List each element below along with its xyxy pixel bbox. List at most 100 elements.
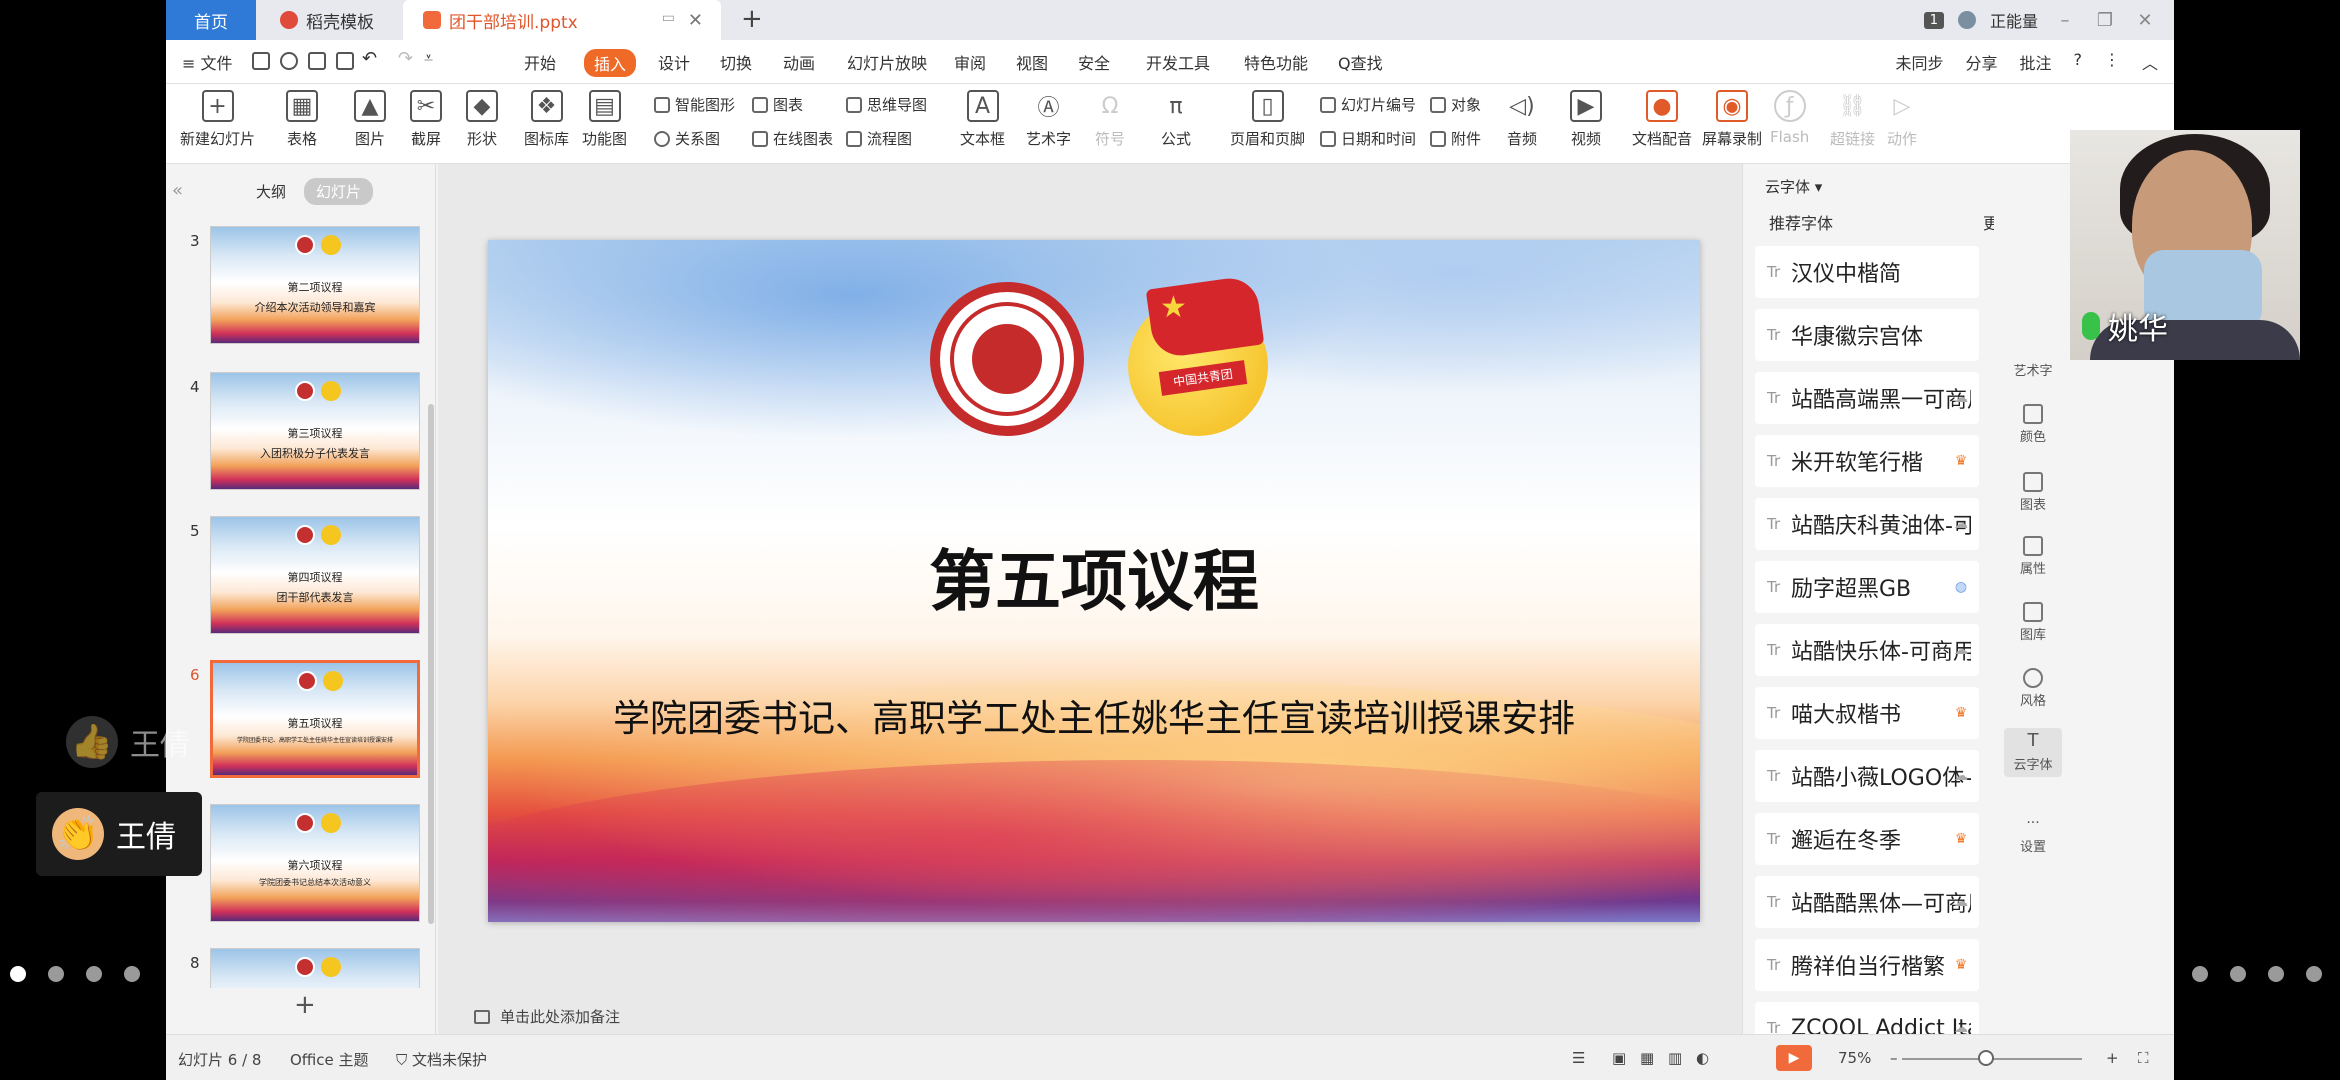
crown-icon[interactable]: ♛ <box>1953 453 1969 469</box>
slide-thumbnail-3[interactable]: 3 第二项议程 介绍本次活动领导和嘉宾 <box>166 226 436 354</box>
tab-close-icon[interactable]: ✕ <box>688 10 703 31</box>
youth-league-emblem-logo[interactable]: ★ 中国共青团 <box>1124 274 1280 436</box>
file-menu[interactable]: ≡ 文件 <box>182 50 233 74</box>
mindmap-button[interactable]: 思维导图 <box>846 94 927 115</box>
menu-developer[interactable]: 开发工具 <box>1146 50 1210 74</box>
function-chart-button[interactable]: ▤ 功能图 <box>582 90 627 149</box>
tool-wordart[interactable]: 艺术字 <box>2004 360 2062 379</box>
crown-icon[interactable]: ♛ <box>1953 705 1969 721</box>
crown-icon[interactable]: ♛ <box>1953 831 1969 847</box>
new-slide-button[interactable]: + 新建幻灯片 <box>180 90 255 149</box>
menu-animation[interactable]: 动画 <box>783 50 815 74</box>
customize-qa-icon[interactable]: ⩡ <box>424 48 433 68</box>
avatar[interactable] <box>1957 11 1976 29</box>
print-preview-icon[interactable] <box>336 52 354 70</box>
screen-record-button[interactable]: ◉ 屏幕录制 <box>1702 90 1762 149</box>
slide-thumbnail-7[interactable]: 7 第六项议程学院团委书记总结本次活动意义 <box>166 804 436 932</box>
font-item[interactable]: Tr 腾祥伯当行楷繁 ♛ <box>1755 939 1979 991</box>
font-item[interactable]: Tr 励字超黑GB ◍ <box>1755 561 1979 613</box>
maximize-icon[interactable]: ❐ <box>2092 10 2118 31</box>
picture-button[interactable]: ▲ 图片 <box>354 90 386 149</box>
thumbnail-image[interactable]: 第三项议程 入团积极分子代表发言 <box>210 372 420 490</box>
share-button[interactable]: 分享 <box>1965 50 1997 74</box>
menu-start[interactable]: 开始 <box>524 50 556 74</box>
flash-button[interactable]: ƒ Flash <box>1770 90 1809 146</box>
thumbnail-image[interactable]: 第二项议程 介绍本次活动领导和嘉宾 <box>210 226 420 344</box>
tool-settings[interactable]: ··· 设置 <box>2004 814 2062 855</box>
slide-thumbnail-6[interactable]: 6 第五项议程 学院团委书记、高职学工处主任姚华主任宣读培训授课安排 <box>166 660 436 788</box>
thumbnail-scrollbar[interactable] <box>428 404 434 924</box>
attachment-button[interactable]: 附件 <box>1430 128 1481 149</box>
normal-view-icon[interactable]: ▣ <box>1612 1049 1626 1067</box>
theme-name[interactable]: Office 主题 <box>290 1049 369 1070</box>
menu-design[interactable]: 设计 <box>658 50 690 74</box>
reading-view-icon[interactable]: ▥ <box>1668 1049 1682 1067</box>
font-item[interactable]: Tr 站酷小薇LOGO体-可商用☁ <box>1755 750 1979 802</box>
video-button[interactable]: ▶ 视频 <box>1570 90 1602 149</box>
page-dot[interactable] <box>10 966 26 982</box>
menu-features[interactable]: 特色功能 <box>1244 50 1308 74</box>
textbox-button[interactable]: A 文本框 <box>960 90 1005 149</box>
cloud-icon[interactable]: ☁ <box>1953 516 1969 532</box>
menu-transition[interactable]: 切换 <box>720 50 752 74</box>
tool-style[interactable]: 风格 <box>2004 668 2062 709</box>
symbol-button[interactable]: Ω 符号 <box>1094 90 1126 149</box>
menu-review[interactable]: 审阅 <box>954 50 986 74</box>
shield-icon[interactable]: ◍ <box>1953 579 1969 595</box>
tab-home[interactable]: 首页 <box>166 0 256 40</box>
redo-icon[interactable]: ↷ <box>398 48 413 69</box>
thumbnail-image[interactable]: 第六项议程 学院团委书记总结本次活动意义 <box>210 804 420 922</box>
print-icon[interactable] <box>308 52 326 70</box>
tab-outline[interactable]: 大纲 <box>246 178 296 205</box>
add-slide-button[interactable]: + <box>294 990 316 1020</box>
play-slideshow-button[interactable]: ▶ <box>1776 1045 1812 1071</box>
tool-cloud-font[interactable]: T 云字体 <box>2004 728 2062 777</box>
online-chart-button[interactable]: 在线图表 <box>752 128 833 149</box>
date-time-button[interactable]: 日期和时间 <box>1320 128 1416 149</box>
more-icon[interactable]: ⋮ <box>2104 50 2120 74</box>
new-tab-button[interactable]: + <box>741 4 763 34</box>
hyperlink-button[interactable]: ⛓ 超链接 <box>1830 90 1875 149</box>
chart-button[interactable]: 图表 <box>752 94 803 115</box>
formula-button[interactable]: π 公式 <box>1160 90 1192 149</box>
help-icon[interactable]: ? <box>2073 50 2082 74</box>
slide-title[interactable]: 第五项议程 <box>488 528 1700 624</box>
tab-slides[interactable]: 幻灯片 <box>304 178 374 205</box>
window-count-badge[interactable]: 1 <box>1923 11 1944 29</box>
doc-dub-button[interactable]: ● 文档配音 <box>1632 90 1692 149</box>
wordart-button[interactable]: Ⓐ 艺术字 <box>1026 90 1071 149</box>
cloud-icon[interactable]: ☁ <box>1953 768 1969 784</box>
page-dot[interactable] <box>2230 966 2246 982</box>
minimize-icon[interactable]: – <box>2052 10 2078 31</box>
cloud-font-dropdown[interactable]: 云字体 ▾ <box>1765 176 1822 197</box>
header-footer-button[interactable]: ▯ 页眉和页脚 <box>1230 90 1305 149</box>
thumbnail-image[interactable]: 第四项议程 团干部代表发言 <box>210 516 420 634</box>
zoom-in-button[interactable]: + <box>2106 1049 2119 1067</box>
zoom-out-button[interactable]: – <box>1890 1049 1898 1067</box>
notes-area[interactable]: 单击此处添加备注 <box>474 1006 620 1027</box>
tool-gallery[interactable]: 图库 <box>2004 602 2062 643</box>
slide-thumbnail-5[interactable]: 5 第四项议程 团干部代表发言 <box>166 516 436 644</box>
search-button[interactable]: Q查找 <box>1338 50 1383 74</box>
page-dot[interactable] <box>48 966 64 982</box>
page-dot[interactable] <box>2306 966 2322 982</box>
menu-view[interactable]: 视图 <box>1016 50 1048 74</box>
tool-chart[interactable]: 图表 <box>2004 472 2062 513</box>
font-item[interactable]: Tr 站酷高端黑一可商用 ☁ <box>1755 372 1979 424</box>
font-item[interactable]: Tr 邂逅在冬季 ♛ <box>1755 813 1979 865</box>
save-icon[interactable] <box>252 52 270 70</box>
slide-thumbnail-4[interactable]: 4 第三项议程 入团积极分子代表发言 <box>166 372 436 500</box>
zoom-slider-handle[interactable] <box>1978 1050 1994 1066</box>
presenter-tools-icon[interactable]: ◐ <box>1696 1049 1709 1067</box>
cloud-icon[interactable]: ☁ <box>1953 390 1969 406</box>
shape-button[interactable]: ◆ 形状 <box>466 90 498 149</box>
slide-subtitle[interactable]: 学院团委书记、高职学工处主任姚华主任宣读培训授课安排 <box>488 688 1700 742</box>
page-dot[interactable] <box>124 966 140 982</box>
font-item[interactable]: Tr 站酷快乐体-可商用 ☁ <box>1755 624 1979 676</box>
page-dot[interactable] <box>2268 966 2284 982</box>
fit-window-icon[interactable]: ⛶ <box>2138 1049 2149 1067</box>
slide-number-button[interactable]: 幻灯片编号 <box>1320 94 1416 115</box>
sync-status[interactable]: 未同步 <box>1895 50 1943 74</box>
object-button[interactable]: 对象 <box>1430 94 1481 115</box>
tab-file[interactable]: 团干部培训.pptx ▭ ✕ <box>403 0 721 40</box>
